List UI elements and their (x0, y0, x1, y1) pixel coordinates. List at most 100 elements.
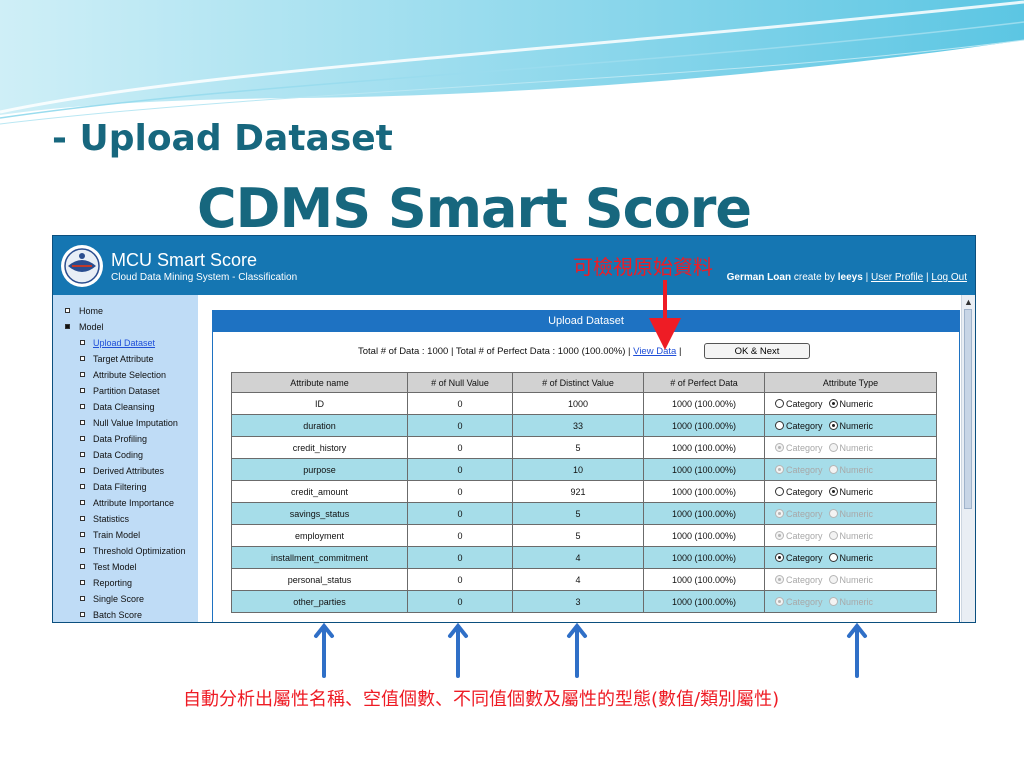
summary-text-line: Total # of Data : 1000 | Total # of Perf… (358, 346, 681, 357)
log-out-link[interactable]: Log Out (931, 272, 967, 283)
cell-distinct: 5 (512, 502, 644, 525)
cell-distinct: 3 (512, 590, 644, 613)
cell-name: savings_status (231, 502, 408, 525)
cell-perfect: 1000 (100.00%) (643, 568, 765, 591)
bullet-icon (80, 548, 85, 553)
panel-title: Upload Dataset (213, 311, 959, 332)
cell-perfect: 1000 (100.00%) (643, 480, 765, 503)
separator: | (865, 272, 869, 283)
sidebar-item-reporting[interactable]: Reporting (53, 575, 198, 591)
bullet-icon (65, 308, 70, 313)
column-header: # of Null Value (407, 372, 513, 393)
radio-numeric[interactable] (828, 552, 838, 562)
radio-label: Numeric (839, 574, 874, 585)
radio-numeric[interactable] (828, 398, 838, 408)
sidebar-item-single-score[interactable]: Single Score (53, 591, 198, 607)
sidebar-item-derived-attributes[interactable]: Derived Attributes (53, 463, 198, 479)
vertical-scrollbar[interactable]: ▲ (961, 295, 975, 622)
slide-caption: 自動分析出屬性名稱、空值個數、不同值個數及屬性的型態(數值/類別屬性) (183, 689, 780, 710)
type-option-category: Category (775, 530, 823, 541)
type-option-category[interactable]: Category (775, 398, 823, 409)
attribute-type-cell: Category Numeric (764, 524, 937, 547)
sidebar-item-label: Threshold Optimization (93, 546, 186, 556)
radio-numeric (828, 464, 838, 474)
sidebar-item-partition-dataset[interactable]: Partition Dataset (53, 383, 198, 399)
table-row: employment 0 5 1000 (100.00%) Category Numeri… (231, 524, 937, 547)
sidebar-item-label: Upload Dataset (93, 338, 156, 348)
sidebar-item-attribute-selection[interactable]: Attribute Selection (53, 367, 198, 383)
sidebar-item-data-coding[interactable]: Data Coding (53, 447, 198, 463)
cell-distinct: 33 (512, 414, 644, 437)
radio-category[interactable] (775, 552, 784, 562)
radio-category[interactable] (775, 398, 784, 408)
sidebar-item-home[interactable]: Home (53, 303, 198, 319)
sidebar-item-data-filtering[interactable]: Data Filtering (53, 479, 198, 495)
sidebar-item-model[interactable]: Model (53, 319, 198, 335)
cell-distinct: 5 (512, 524, 644, 547)
user-bar: German Loan create by leeys | User Profi… (727, 272, 967, 283)
type-option-numeric: Numeric (828, 442, 873, 453)
bullet-icon (80, 596, 85, 601)
cell-nulls: 0 (407, 392, 513, 415)
sidebar-item-statistics[interactable]: Statistics (53, 511, 198, 527)
type-option-numeric[interactable]: Numeric (828, 420, 873, 431)
sidebar-item-test-model[interactable]: Test Model (53, 559, 198, 575)
ok-next-button[interactable]: OK & Next (704, 343, 810, 359)
type-option-category[interactable]: Category (775, 486, 823, 497)
table-row: ID 0 1000 1000 (100.00%) Category Numeric (231, 392, 937, 415)
user-profile-link[interactable]: User Profile (871, 272, 923, 283)
radio-numeric[interactable] (828, 420, 838, 430)
type-option-category[interactable]: Category (775, 420, 823, 431)
sidebar-item-null-value-imputation[interactable]: Null Value Imputation (53, 415, 198, 431)
type-option-numeric[interactable]: Numeric (828, 398, 874, 409)
radio-label: Category (786, 442, 823, 453)
sidebar-item-threshold-optimization[interactable]: Threshold Optimization (53, 543, 198, 559)
scroll-up-icon[interactable]: ▲ (964, 297, 973, 307)
sidebar-item-label: Reporting (93, 578, 133, 588)
cell-perfect: 1000 (100.00%) (643, 414, 765, 437)
type-option-category: Category (775, 574, 823, 585)
sidebar-item-label: Model (79, 322, 104, 332)
type-option-category[interactable]: Category (775, 552, 823, 563)
sidebar-item-label: Home (79, 306, 104, 316)
type-option-category: Category (775, 442, 823, 453)
cell-name: personal_status (231, 568, 408, 591)
sidebar-item-batch-score[interactable]: Batch Score (53, 607, 198, 622)
sidebar-item-label: Null Value Imputation (93, 418, 178, 428)
table-row: personal_status 0 4 1000 (100.00%) Category N… (231, 568, 937, 591)
attribute-type-cell: Category Numeric (764, 590, 937, 613)
type-option-category: Category (775, 508, 823, 519)
app-window: MCU Smart Score Cloud Data Mining System… (52, 235, 976, 623)
sidebar-item-label: Data Profiling (93, 434, 148, 444)
scrollbar-thumb[interactable] (964, 309, 972, 509)
bullet-icon (80, 516, 85, 521)
slide-title: CDMS Smart Score - Upload Dataset (52, 118, 960, 504)
type-option-numeric[interactable]: Numeric (828, 486, 873, 497)
bullet-icon (80, 420, 85, 425)
bullet-icon (80, 484, 85, 489)
cell-perfect: 1000 (100.00%) (643, 436, 765, 459)
slide-title-sub: - Upload Dataset (52, 118, 393, 159)
radio-category[interactable] (775, 420, 784, 430)
sidebar-item-train-model[interactable]: Train Model (53, 527, 198, 543)
radio-category[interactable] (775, 486, 784, 496)
cell-nulls: 0 (407, 502, 513, 525)
sidebar-item-data-profiling[interactable]: Data Profiling (53, 431, 198, 447)
cell-nulls: 0 (407, 414, 513, 437)
attribute-type-cell: Category Numeric (764, 480, 937, 503)
sidebar-item-upload-dataset[interactable]: Upload Dataset (53, 335, 198, 351)
radio-numeric (828, 596, 838, 606)
column-header: Attribute name (231, 372, 408, 393)
sidebar-item-target-attribute[interactable]: Target Attribute (53, 351, 198, 367)
sidebar-item-data-cleansing[interactable]: Data Cleansing (53, 399, 198, 415)
view-data-link[interactable]: View Data (633, 346, 676, 357)
type-option-numeric[interactable]: Numeric (828, 552, 873, 563)
column-header: # of Distinct Value (512, 372, 644, 393)
bullet-icon (80, 452, 85, 457)
sidebar-nav: Home Model Upload Dataset Target Attribute A… (53, 295, 198, 622)
radio-numeric[interactable] (828, 486, 838, 496)
cell-distinct: 921 (512, 480, 644, 503)
sidebar-item-attribute-importance[interactable]: Attribute Importance (53, 495, 198, 511)
bullet-icon (80, 340, 85, 345)
radio-label: Numeric (839, 398, 874, 409)
